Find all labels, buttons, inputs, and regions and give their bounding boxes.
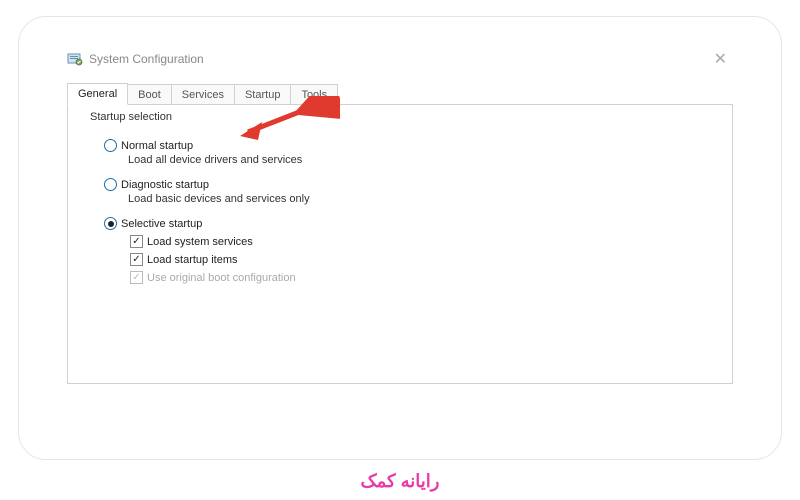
titlebar: System Configuration ✕: [67, 47, 733, 71]
titlebar-left: System Configuration: [67, 51, 204, 67]
checkbox-icon[interactable]: [130, 235, 143, 248]
option-label: Normal startup: [121, 140, 193, 152]
diagnostic-startup-desc: Load basic devices and services only: [128, 193, 704, 205]
tab-label: General: [78, 88, 117, 100]
tab-general[interactable]: General: [67, 83, 128, 105]
checkbox-icon[interactable]: [130, 253, 143, 266]
msconfig-icon: [67, 51, 83, 67]
radio-icon[interactable]: [104, 178, 117, 191]
tab-panel: Startup selection Normal startup Load al…: [67, 104, 733, 384]
tab-startup[interactable]: Startup: [234, 84, 291, 104]
tabs: General Boot Services Startup Tools: [67, 83, 733, 104]
diagnostic-startup-option[interactable]: Diagnostic startup: [104, 178, 704, 191]
window-title: System Configuration: [89, 52, 204, 66]
option-label: Selective startup: [121, 218, 202, 230]
brand-watermark: رایانه کمک: [0, 471, 800, 492]
tab-label: Services: [182, 89, 224, 101]
option-label: Diagnostic startup: [121, 179, 209, 191]
checkbox-icon: [130, 271, 143, 284]
startup-selection-group: Startup selection Normal startup Load al…: [84, 119, 716, 293]
checkbox-label: Load system services: [147, 236, 253, 248]
tab-label: Boot: [138, 89, 161, 101]
tab-boot[interactable]: Boot: [127, 84, 172, 104]
selective-startup-option[interactable]: Selective startup: [104, 217, 704, 230]
tab-label: Startup: [245, 89, 280, 101]
tab-label: Tools: [301, 89, 327, 101]
normal-startup-option[interactable]: Normal startup: [104, 139, 704, 152]
checkbox-label: Use original boot configuration: [147, 272, 296, 284]
radio-icon[interactable]: [104, 217, 117, 230]
tab-services[interactable]: Services: [171, 84, 235, 104]
load-startup-items-option[interactable]: Load startup items: [130, 253, 704, 266]
normal-startup-desc: Load all device drivers and services: [128, 154, 704, 166]
close-button[interactable]: ✕: [708, 47, 733, 71]
group-label: Startup selection: [88, 111, 174, 123]
app-frame: System Configuration ✕ General Boot Serv…: [18, 16, 782, 460]
use-original-boot-option: Use original boot configuration: [130, 271, 704, 284]
radio-icon[interactable]: [104, 139, 117, 152]
tab-tools[interactable]: Tools: [290, 84, 338, 104]
checkbox-label: Load startup items: [147, 254, 238, 266]
load-system-services-option[interactable]: Load system services: [130, 235, 704, 248]
